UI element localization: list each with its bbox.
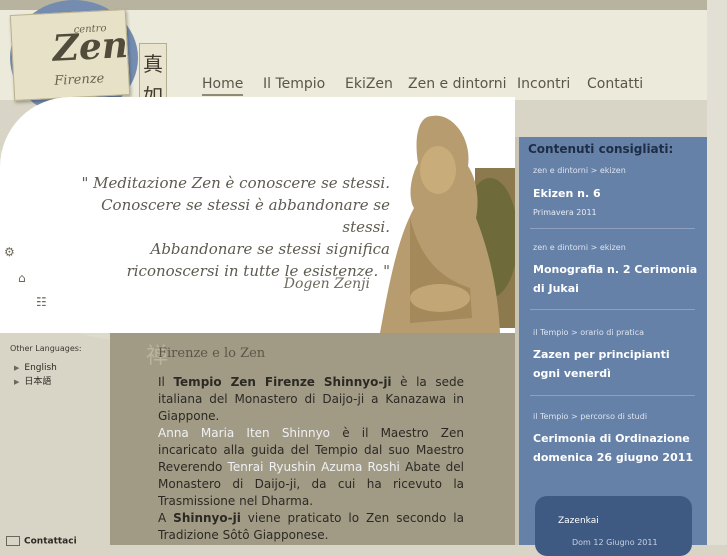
lang-english[interactable]: ▶ English	[14, 363, 57, 373]
contact-label: Contattaci	[24, 536, 77, 547]
lang-japanese[interactable]: ▶ 日本語	[14, 374, 51, 387]
nav-home[interactable]: Home	[202, 76, 244, 96]
item-crumb[interactable]: zen e dintorni > ekizen	[533, 243, 626, 252]
nav-il-tempio[interactable]: Il Tempio	[263, 76, 325, 92]
other-languages-label: Other Languages:	[10, 344, 82, 353]
p1-pre: Il	[158, 375, 174, 389]
item-ekizen-6[interactable]: Ekizen n. 6	[533, 184, 698, 203]
zazenkai-title: Zazenkai	[558, 516, 599, 526]
lang-japanese-label: 日本語	[24, 377, 52, 387]
p3-pre: A	[158, 511, 174, 525]
recommended-title: Contenuti consigliati:	[528, 142, 674, 156]
buddha-statue-image	[380, 115, 515, 333]
item-crumb[interactable]: il Tempio > percorso di studi	[533, 412, 647, 421]
quote-line: Abbandonare se stessi significa	[150, 240, 390, 258]
item-crumb[interactable]: zen e dintorni > ekizen	[533, 166, 626, 175]
teacher-link[interactable]: Anna Maria Iten Shinnyo	[158, 426, 330, 440]
nav-contatti[interactable]: Contatti	[587, 76, 643, 92]
nav-ekizen[interactable]: EkiZen	[345, 76, 393, 92]
quote-line: " Meditazione Zen è conoscere se stessi.	[81, 174, 390, 192]
item-ordinazione[interactable]: Cerimonia di Ordinazione domenica 26 giu…	[533, 429, 698, 467]
right-margin-strip	[707, 0, 727, 545]
abbot-link[interactable]: Tenrai Ryushin Azuma Roshi	[228, 460, 400, 474]
p1-bold: Tempio Zen Firenze Shinnyo-ji	[173, 375, 392, 389]
section-title: Firenze e lo Zen	[158, 346, 266, 361]
quote-author: Dogen Zenji	[283, 276, 370, 292]
quote-line: Conoscere se stessi è abbandonare se ste…	[101, 196, 390, 236]
intro-text: Il Tempio Zen Firenze Shinnyo-ji è la se…	[158, 374, 464, 544]
logo[interactable]: centro Zen Firenze	[9, 9, 131, 101]
divider	[530, 395, 695, 396]
divider	[530, 228, 695, 229]
arrow-icon: ▶	[14, 378, 20, 386]
side-icons: ⚙ ⌂ ☷	[4, 245, 47, 315]
logo-firenze: Firenze	[53, 71, 105, 89]
item-monografia[interactable]: Monografia n. 2 Cerimonia di Jukai	[533, 260, 698, 298]
nav-incontri[interactable]: Incontri	[517, 76, 570, 92]
sitemap-icon[interactable]: ☷	[36, 295, 47, 309]
zazenkai-box[interactable]	[535, 496, 692, 556]
tools-icon[interactable]: ⚙	[4, 245, 15, 259]
hero-quote: " Meditazione Zen è conoscere se stessi.…	[80, 172, 390, 282]
item-crumb[interactable]: il Tempio > orario di pratica	[533, 328, 644, 337]
lang-english-label: English	[24, 363, 57, 373]
p3-bold: Shinnyo-ji	[173, 511, 241, 525]
zazenkai-date: Dom 12 Giugno 2011	[572, 538, 658, 547]
item-date: Primavera 2011	[533, 208, 597, 217]
arrow-icon: ▶	[14, 364, 20, 372]
home-icon[interactable]: ⌂	[18, 271, 26, 285]
divider	[530, 309, 695, 310]
logo-zen: Zen	[51, 23, 130, 70]
item-zazen-principianti[interactable]: Zazen per principianti ogni venerdì	[533, 345, 698, 383]
nav-zen-e-dintorni[interactable]: Zen e dintorni	[408, 76, 507, 92]
